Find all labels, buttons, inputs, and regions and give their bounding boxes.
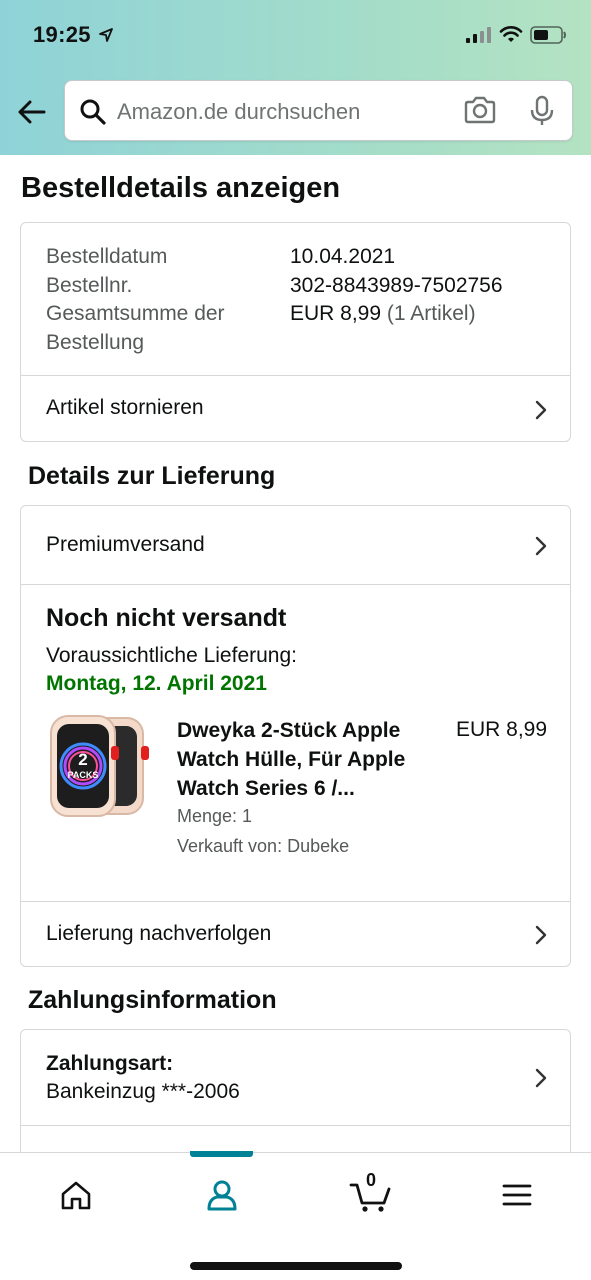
order-number-value: 302-8843989-7502756 (290, 274, 503, 297)
back-arrow-icon[interactable] (16, 96, 48, 128)
delivery-eta-label: Voraussichtliche Lieferung: (46, 644, 297, 667)
order-total-label: Gesamtsumme der Bestellung (46, 302, 225, 354)
shipping-method-label: Premiumversand (46, 533, 205, 556)
menu-icon[interactable] (497, 1175, 537, 1215)
cancel-items-row[interactable]: Artikel stornieren (21, 376, 570, 442)
product-image-pack-label: PACKS (68, 770, 99, 780)
track-delivery-label: Lieferung nachverfolgen (46, 922, 272, 945)
chevron-right-icon (535, 925, 547, 945)
camera-icon[interactable] (463, 95, 497, 125)
order-date-value: 10.04.2021 (290, 245, 396, 268)
home-indicator-bar (190, 1262, 402, 1270)
home-icon[interactable] (56, 1175, 96, 1215)
cart-button[interactable]: 0 (349, 1170, 393, 1215)
order-summary-card: Bestelldatum 10.04.2021 Bestellnr. 302-8… (20, 222, 571, 442)
chevron-right-icon (535, 536, 547, 556)
payment-card: Zahlungsart: Bankeinzug ***-2006 (20, 1029, 571, 1159)
active-tab-indicator (190, 1151, 253, 1157)
order-total-amount: EUR 8,99 (290, 302, 382, 325)
shipment-status: Noch nicht versandt (46, 604, 287, 632)
order-total-row: Gesamtsumme der Bestellung EUR 8,99 (1 A… (46, 299, 476, 357)
order-number-label: Bestellnr. (46, 274, 133, 297)
delivery-eta-date: Montag, 12. April 2021 (46, 672, 267, 695)
search-icon (80, 99, 106, 125)
divider (21, 1125, 570, 1126)
payment-method-row[interactable]: Zahlungsart: Bankeinzug ***-2006 (21, 1030, 570, 1125)
delivery-card: Premiumversand Noch nicht versandt Vorau… (20, 505, 571, 967)
chevron-right-icon (535, 400, 547, 420)
battery-icon (530, 26, 566, 44)
divider (21, 584, 570, 585)
shipping-method-row[interactable]: Premiumversand (21, 506, 570, 584)
payment-method-value: Bankeinzug ***-2006 (46, 1080, 240, 1103)
product-price: EUR 8,99 (456, 718, 548, 741)
cancel-items-label: Artikel stornieren (46, 396, 204, 419)
product-quantity: Menge: 1 (177, 806, 253, 826)
cart-count-badge: 0 (366, 1170, 377, 1190)
payment-method-label: Zahlungsart: (46, 1052, 174, 1075)
bottom-navigation: 0 (0, 1151, 591, 1280)
location-arrow-icon (99, 28, 113, 42)
order-number-row: Bestellnr. 302-8843989-7502756 (46, 271, 503, 300)
order-total-value: EUR 8,99 (1 Artikel) (290, 299, 476, 328)
page-title: Bestelldetails anzeigen (21, 172, 341, 204)
app-header: 19:25 (0, 0, 591, 155)
status-bar: 19:25 (0, 0, 591, 70)
track-delivery-row[interactable]: Lieferung nachverfolgen (21, 902, 570, 967)
cell-signal-icon (466, 27, 491, 43)
microphone-icon[interactable] (529, 95, 555, 127)
order-date-label: Bestelldatum (46, 245, 168, 268)
product-seller: Verkauft von: Dubeke (177, 836, 350, 856)
search-bar[interactable] (64, 80, 573, 141)
order-date-row: Bestelldatum 10.04.2021 (46, 242, 395, 271)
search-input[interactable] (117, 97, 417, 127)
account-icon[interactable] (202, 1175, 242, 1215)
chevron-right-icon (535, 1068, 547, 1088)
product-title-link[interactable]: Dweyka 2-Stück Apple Watch Hülle, Für Ap… (177, 716, 437, 803)
wifi-icon (499, 26, 523, 42)
product-image[interactable]: 2 PACKS (47, 712, 153, 824)
product-image-pack-count: 2 (78, 750, 87, 769)
status-time: 19:25 (33, 22, 91, 47)
payment-section-title: Zahlungsinformation (28, 986, 277, 1014)
order-total-item-count: (1 Artikel) (386, 302, 476, 325)
delivery-section-title: Details zur Lieferung (28, 462, 276, 490)
